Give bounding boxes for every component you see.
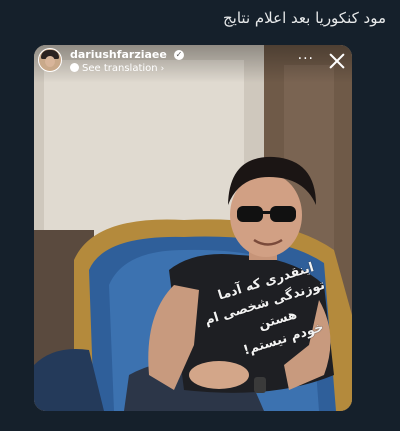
see-translation-link[interactable]: See translation › bbox=[70, 63, 164, 75]
story-header: dariushfarziaee ✓ See translation › ··· bbox=[34, 45, 352, 83]
chevron-right-icon: › bbox=[160, 64, 165, 74]
ellipsis-icon[interactable]: ··· bbox=[298, 52, 314, 66]
translate-icon bbox=[70, 63, 79, 72]
tweet-text: مود کنکوریا بعد اعلام نتایج bbox=[223, 9, 386, 27]
close-icon[interactable] bbox=[328, 52, 346, 70]
username[interactable]: dariushfarziaee bbox=[70, 49, 167, 61]
see-translation-label: See translation bbox=[82, 63, 158, 74]
profile-avatar[interactable] bbox=[38, 48, 62, 72]
media-image[interactable]: dariushfarziaee ✓ See translation › ··· ا… bbox=[34, 45, 352, 411]
verified-badge-icon: ✓ bbox=[174, 50, 184, 60]
story-photo bbox=[34, 45, 352, 411]
